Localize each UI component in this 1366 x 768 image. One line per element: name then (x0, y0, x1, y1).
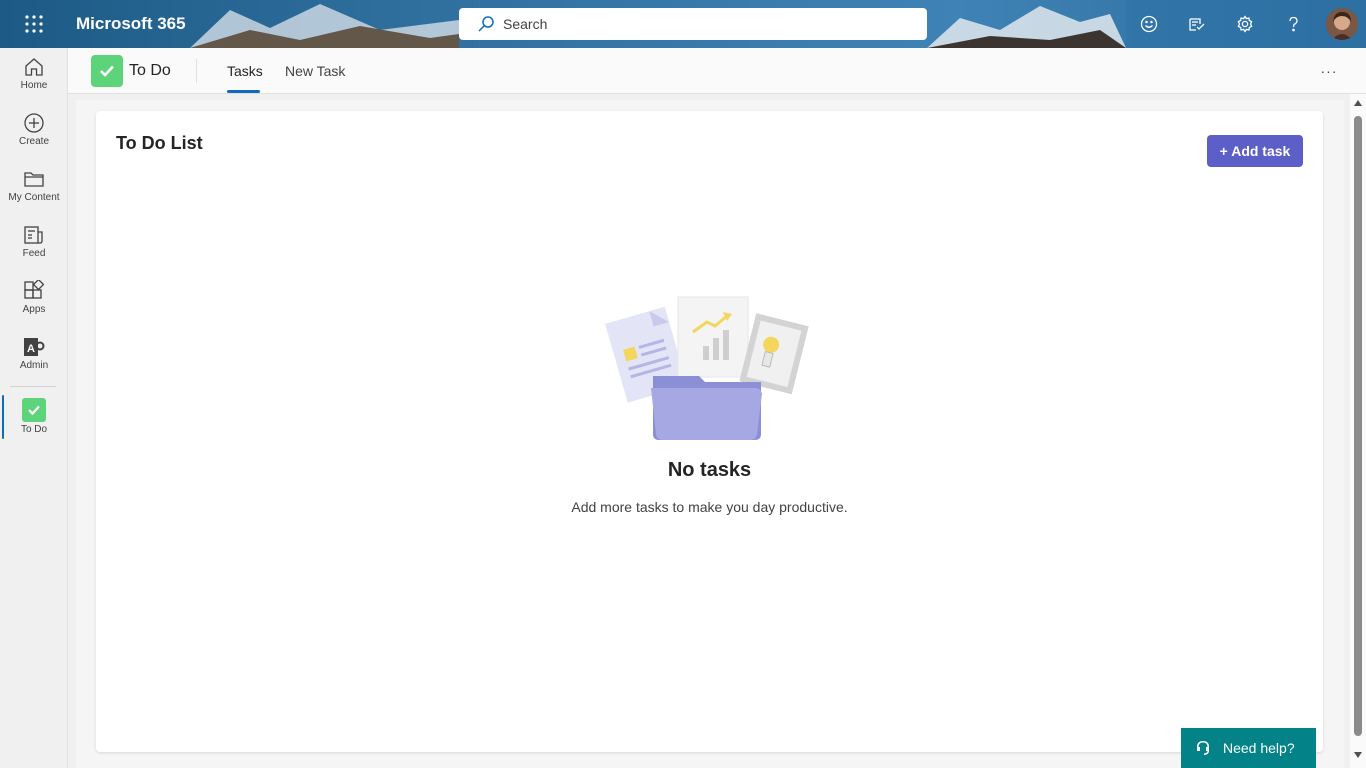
header-divider (196, 59, 197, 83)
search-input[interactable] (503, 16, 903, 32)
need-help-label: Need help? (1223, 740, 1295, 756)
rail-item-apps[interactable]: Apps (0, 272, 68, 328)
tab-tasks[interactable]: Tasks (227, 48, 263, 94)
help-icon (1289, 16, 1298, 32)
page-title: To Do List (116, 133, 203, 153)
search-icon (478, 16, 494, 32)
more-options-button[interactable]: ··· (1312, 56, 1346, 86)
feedback-button[interactable] (1125, 0, 1173, 48)
rail-label-todo: To Do (20, 424, 48, 435)
svg-text:A: A (27, 343, 35, 355)
folder-icon (24, 172, 44, 187)
empty-state-subtitle: Add more tasks to make you day productiv… (571, 499, 848, 515)
app-header: To Do Tasks New Task ··· (68, 48, 1366, 94)
rail-item-feed[interactable]: Feed (0, 216, 68, 272)
rail-label-home: Home (20, 80, 48, 91)
brand-title[interactable]: Microsoft 365 (76, 0, 186, 48)
settings-icon (1237, 15, 1253, 33)
todo-list-card: To Do List + Add task No tasks Add more … (96, 111, 1323, 752)
settings-button[interactable] (1221, 0, 1269, 48)
waffle-icon (25, 15, 43, 33)
avatar[interactable] (1326, 8, 1358, 40)
add-task-button[interactable]: + Add task (1207, 135, 1303, 167)
todo-app-icon (91, 55, 123, 87)
rail-item-admin[interactable]: A Admin (0, 328, 68, 384)
headset-icon (1197, 741, 1209, 755)
left-rail: Home Create My Content Feed Apps A Admin… (0, 48, 68, 768)
home-icon (25, 58, 43, 76)
app-launcher-button[interactable] (0, 0, 68, 48)
empty-state-illustration (605, 296, 809, 440)
rail-label-admin: Admin (19, 360, 49, 371)
vertical-scrollbar[interactable] (1350, 94, 1366, 768)
whats-new-button[interactable] (1173, 0, 1221, 48)
app-name: To Do (129, 62, 171, 79)
suite-header: Microsoft 365 (0, 0, 1366, 48)
rail-label-create: Create (18, 136, 49, 147)
create-icon (24, 113, 44, 133)
rail-label-feed: Feed (22, 248, 46, 259)
user-photo (1326, 8, 1358, 40)
rail-item-create[interactable]: Create (0, 104, 68, 160)
rail-item-home[interactable]: Home (0, 48, 68, 104)
whats-new-icon (1189, 18, 1205, 31)
rail-label-my-content: My Content (8, 192, 60, 203)
tab-new-task[interactable]: New Task (285, 48, 345, 94)
help-button[interactable] (1269, 0, 1317, 48)
rail-divider (10, 386, 56, 387)
empty-state-title: No tasks (667, 459, 752, 481)
feed-icon (24, 226, 43, 244)
tab-tasks-underline (227, 90, 260, 93)
apps-icon (24, 280, 45, 299)
search-box[interactable] (459, 8, 927, 40)
todo-icon (22, 398, 46, 422)
scroll-down-arrow-icon[interactable] (1354, 752, 1362, 758)
admin-icon: A (24, 338, 45, 356)
feedback-icon (1140, 15, 1158, 33)
need-help-button[interactable]: Need help? (1181, 728, 1316, 768)
rail-item-todo[interactable]: To Do (0, 390, 68, 446)
rail-label-apps: Apps (22, 304, 46, 315)
rail-item-my-content[interactable]: My Content (0, 160, 68, 216)
scroll-up-arrow-icon[interactable] (1354, 100, 1362, 106)
scrollbar-thumb[interactable] (1354, 116, 1362, 736)
